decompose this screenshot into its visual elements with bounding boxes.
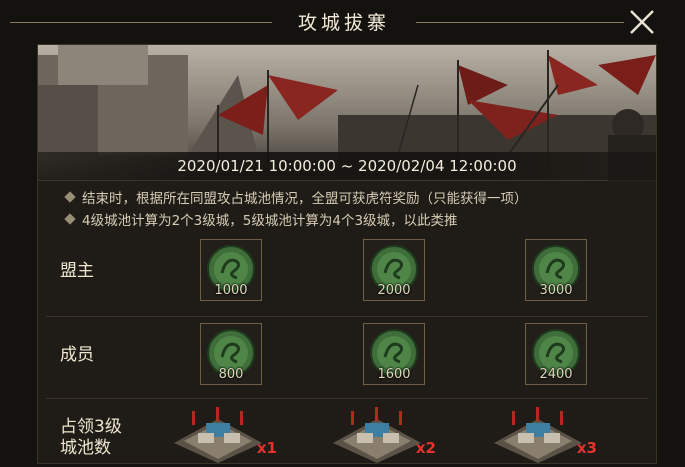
reward-token[interactable]: 2400	[525, 323, 587, 385]
event-date-range: 2020/01/21 10:00:00 ~ 2020/02/04 12:00:0…	[38, 152, 656, 180]
title-bar: 攻城拔寨	[0, 0, 685, 44]
reward-amount: 2000	[377, 283, 411, 298]
row-label-member: 成员	[60, 345, 94, 365]
city-multiplier: x3	[576, 439, 597, 457]
note-item: 结束时，根据所在同盟攻占城池情况，全盟可获虎符奖励（只能获得一项）	[64, 187, 528, 207]
battle-banner: 2020/01/21 10:00:00 ~ 2020/02/04 12:00:0…	[38, 45, 656, 181]
title-divider-left	[10, 22, 272, 23]
city-castle-icon	[333, 407, 421, 463]
reward-token[interactable]: 1600	[363, 323, 425, 385]
event-panel: 2020/01/21 10:00:00 ~ 2020/02/04 12:00:0…	[37, 44, 657, 464]
city-count-item[interactable]: x3	[490, 403, 597, 463]
city-multiplier: x2	[415, 439, 436, 457]
city-castle-icon	[174, 407, 262, 463]
condition-row-cities: 占领3级 城池数 x1 x2 x3	[38, 399, 656, 463]
reward-row-leader: 盟主 1000 2000 3000	[38, 233, 656, 313]
city-multiplier: x1	[256, 439, 277, 457]
reward-amount: 1600	[377, 367, 411, 382]
note-text: 结束时，根据所在同盟攻占城池情况，全盟可获虎符奖励（只能获得一项）	[82, 191, 528, 207]
reward-amount: 800	[218, 367, 244, 382]
reward-amount: 1000	[214, 283, 248, 298]
diamond-bullet-icon	[64, 213, 76, 225]
reward-amount: 2400	[539, 367, 573, 382]
row-label-cities: 占领3级 城池数	[60, 417, 122, 459]
city-count-item[interactable]: x2	[329, 403, 436, 463]
title-divider-right	[416, 22, 624, 23]
close-button[interactable]	[628, 8, 656, 36]
reward-row-member: 成员 800 1600 2400	[38, 317, 656, 397]
city-castle-icon	[494, 407, 582, 463]
row-label-leader: 盟主	[60, 261, 94, 281]
row-label-cities-line2: 城池数	[60, 438, 111, 458]
reward-token[interactable]: 800	[200, 323, 262, 385]
row-label-cities-line1: 占领3级	[60, 417, 122, 437]
page-title: 攻城拔寨	[297, 12, 390, 34]
reward-token[interactable]: 3000	[525, 239, 587, 301]
note-item: 4级城池计算为2个3级城，5级城池计算为4个3级城，以此类推	[64, 209, 458, 229]
note-text: 4级城池计算为2个3级城，5级城池计算为4个3级城，以此类推	[82, 213, 458, 229]
reward-token[interactable]: 1000	[200, 239, 262, 301]
close-x-icon	[630, 10, 654, 34]
diamond-bullet-icon	[64, 191, 76, 203]
reward-amount: 3000	[539, 283, 573, 298]
reward-token[interactable]: 2000	[363, 239, 425, 301]
city-count-item[interactable]: x1	[170, 403, 277, 463]
